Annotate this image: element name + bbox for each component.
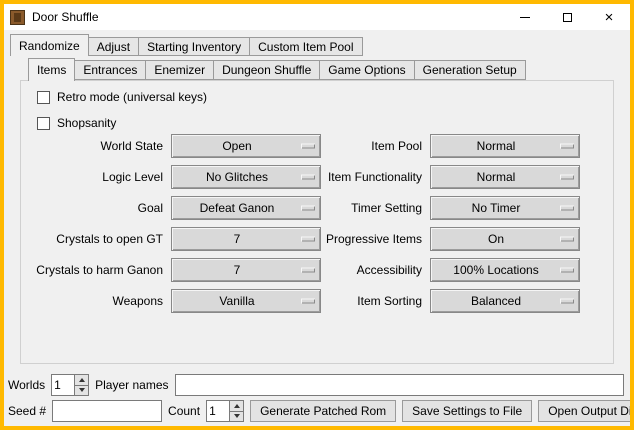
setting-row: Item Sorting Balanced (243, 289, 580, 313)
dropdown-indicator-icon (560, 299, 574, 304)
dropdown-value: Normal (431, 139, 579, 153)
seed-label: Seed # (8, 404, 46, 418)
dropdown-value: Normal (431, 170, 579, 184)
setting-label: Crystals to harm Ganon (21, 263, 171, 277)
items-tab-pane: Retro mode (universal keys) Shopsanity W… (20, 80, 614, 364)
tab-entrances[interactable]: Entrances (74, 60, 146, 80)
main-content: Randomize Adjust Starting Inventory Cust… (4, 30, 630, 426)
retro-mode-checkbox[interactable]: Retro mode (universal keys) (37, 89, 207, 105)
close-icon: × (605, 10, 614, 25)
tab-enemizer[interactable]: Enemizer (145, 60, 214, 80)
tab-randomize[interactable]: Randomize (10, 34, 89, 56)
save-settings-button[interactable]: Save Settings to File (402, 400, 532, 422)
generate-patched-rom-button[interactable]: Generate Patched Rom (250, 400, 396, 422)
spinner-buttons (229, 401, 243, 421)
setting-label: Progressive Items (243, 232, 430, 246)
setting-label: Logic Level (21, 170, 171, 184)
maximize-icon (563, 13, 572, 22)
window-title: Door Shuffle (32, 10, 99, 24)
checkbox-label: Shopsanity (57, 116, 116, 130)
progressive-items-dropdown[interactable]: On (430, 227, 580, 251)
worlds-row: Worlds Player names (8, 374, 624, 396)
dropdown-indicator-icon (560, 237, 574, 242)
tab-custom-item-pool[interactable]: Custom Item Pool (249, 37, 362, 56)
spin-up-icon (234, 404, 240, 408)
checkbox-icon (37, 117, 50, 130)
spinner-buttons (74, 375, 88, 395)
minimize-button[interactable] (504, 4, 546, 30)
dropdown-indicator-icon (560, 268, 574, 273)
spin-down-icon (234, 414, 240, 418)
setting-row: Timer Setting No Timer (243, 196, 580, 220)
setting-row: Progressive Items On (243, 227, 580, 251)
worlds-spin-down[interactable] (75, 385, 88, 396)
dropdown-value: No Timer (431, 201, 579, 215)
setting-label: Crystals to open GT (21, 232, 171, 246)
window-controls: × (504, 4, 630, 30)
setting-label: Weapons (21, 294, 171, 308)
tab-adjust[interactable]: Adjust (88, 37, 139, 56)
app-window: Door Shuffle × Randomize Adjust Starting… (0, 0, 634, 430)
worlds-label: Worlds (8, 378, 45, 392)
titlebar: Door Shuffle × (4, 4, 630, 30)
item-sorting-dropdown[interactable]: Balanced (430, 289, 580, 313)
count-spin-up[interactable] (230, 401, 243, 411)
dropdown-value: On (431, 232, 579, 246)
worlds-input[interactable] (52, 375, 74, 395)
tab-dungeon-shuffle[interactable]: Dungeon Shuffle (213, 60, 320, 80)
setting-row: Item Functionality Normal (243, 165, 580, 189)
open-output-directory-button[interactable]: Open Output Directory (538, 400, 634, 422)
setting-label: Accessibility (243, 263, 430, 277)
setting-label: World State (21, 139, 171, 153)
setting-label: Item Functionality (243, 170, 430, 184)
checkbox-icon (37, 91, 50, 104)
tab-game-options[interactable]: Game Options (319, 60, 414, 80)
spin-up-icon (79, 378, 85, 382)
generate-row: Seed # Count Generate Patched Rom Save S… (8, 400, 628, 422)
item-functionality-dropdown[interactable]: Normal (430, 165, 580, 189)
seed-input[interactable] (52, 400, 162, 422)
minimize-icon (520, 17, 530, 18)
dropdown-indicator-icon (560, 206, 574, 211)
timer-setting-dropdown[interactable]: No Timer (430, 196, 580, 220)
dropdown-indicator-icon (560, 175, 574, 180)
worlds-spinner[interactable] (51, 374, 89, 396)
setting-label: Timer Setting (243, 201, 430, 215)
count-spinner[interactable] (206, 400, 244, 422)
inner-tab-bar: Items Entrances Enemizer Dungeon Shuffle… (28, 58, 525, 80)
player-names-label: Player names (95, 378, 168, 392)
dropdown-indicator-icon (560, 144, 574, 149)
maximize-button[interactable] (546, 4, 588, 30)
item-pool-dropdown[interactable]: Normal (430, 134, 580, 158)
setting-label: Item Sorting (243, 294, 430, 308)
player-names-input[interactable] (175, 374, 625, 396)
close-button[interactable]: × (588, 4, 630, 30)
setting-row: Accessibility 100% Locations (243, 258, 580, 282)
checkbox-label: Retro mode (universal keys) (57, 90, 207, 104)
spin-down-icon (79, 388, 85, 392)
dropdown-value: Balanced (431, 294, 579, 308)
setting-label: Goal (21, 201, 171, 215)
settings-column-right: Item Pool Normal Item Functionality Norm… (243, 134, 580, 313)
tab-starting-inventory[interactable]: Starting Inventory (138, 37, 250, 56)
tab-items[interactable]: Items (28, 58, 75, 81)
shopsanity-checkbox[interactable]: Shopsanity (37, 115, 116, 131)
count-spin-down[interactable] (230, 411, 243, 422)
worlds-spin-up[interactable] (75, 375, 88, 385)
dropdown-value: 100% Locations (431, 263, 579, 277)
count-label: Count (168, 404, 200, 418)
setting-row: Item Pool Normal (243, 134, 580, 158)
tab-generation-setup[interactable]: Generation Setup (414, 60, 526, 80)
app-icon (10, 10, 25, 25)
outer-tab-bar: Randomize Adjust Starting Inventory Cust… (10, 36, 362, 56)
accessibility-dropdown[interactable]: 100% Locations (430, 258, 580, 282)
setting-label: Item Pool (243, 139, 430, 153)
count-input[interactable] (207, 401, 229, 421)
